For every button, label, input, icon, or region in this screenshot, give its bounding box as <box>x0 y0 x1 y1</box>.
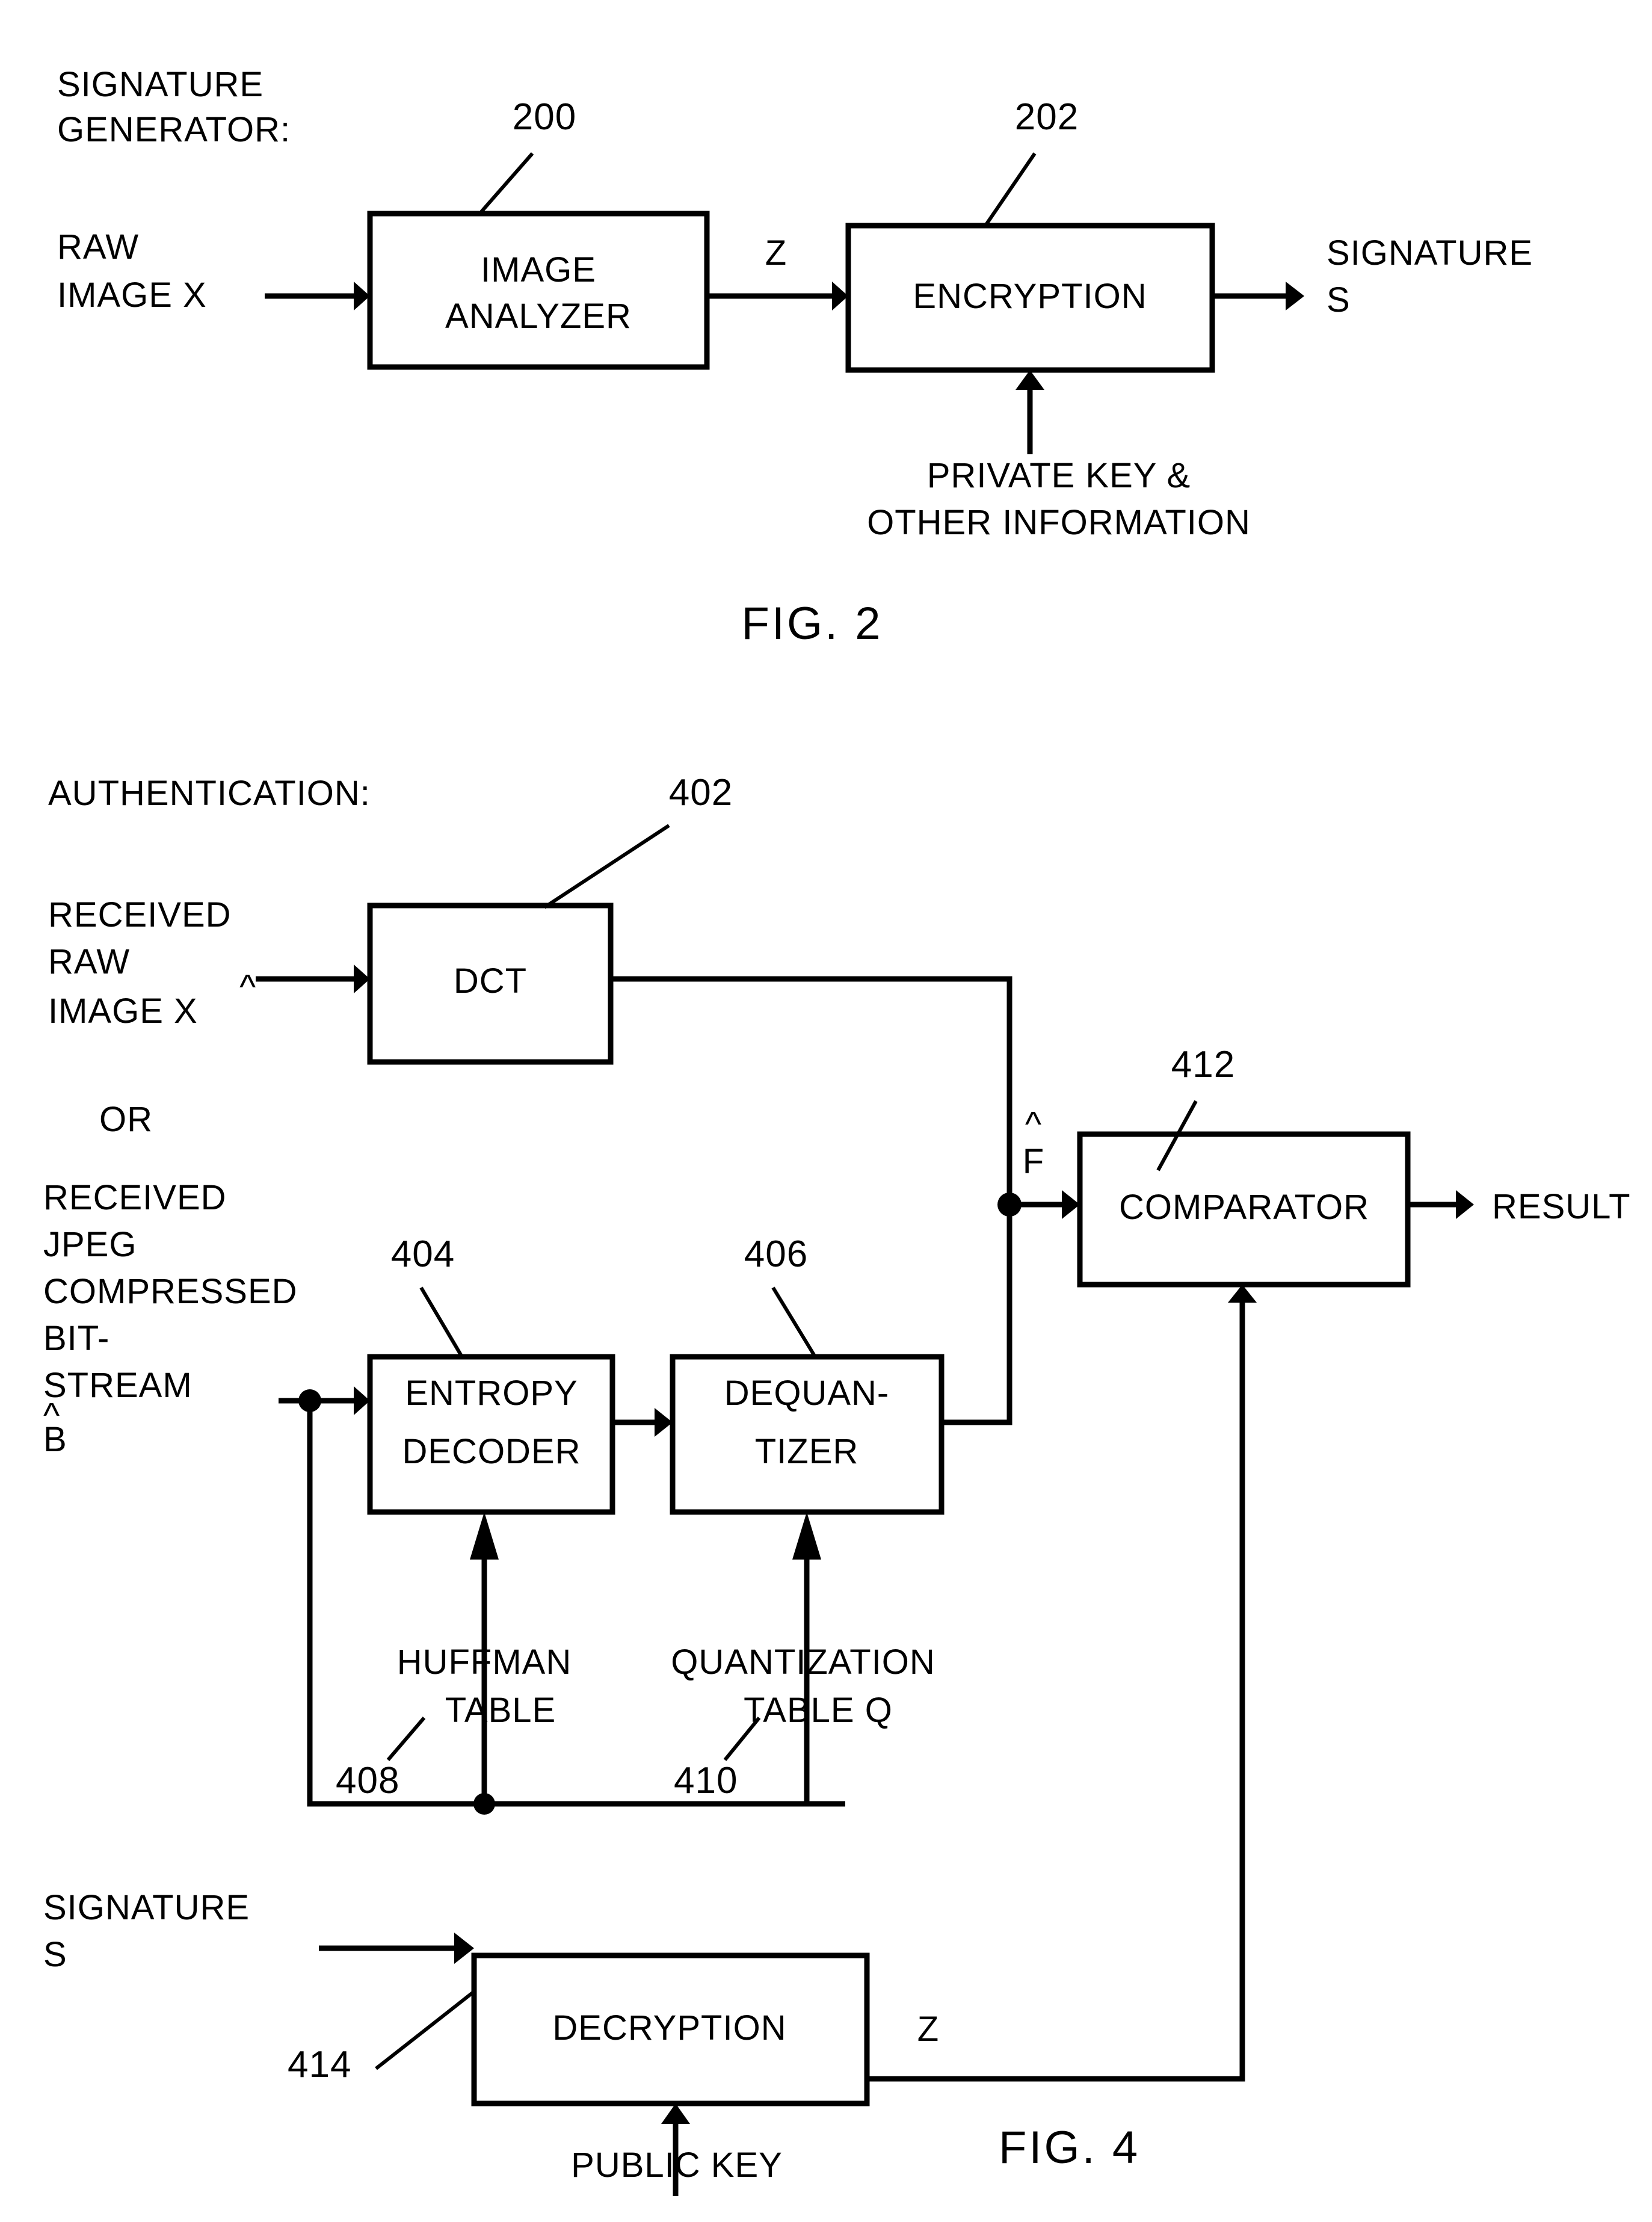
arrowhead-private-key <box>1016 370 1044 390</box>
block-entropy-decoder-line2: DECODER <box>402 1432 581 1471</box>
leader-line-410 <box>723 1717 761 1761</box>
fig4-quant-line2: TABLE Q <box>744 1691 893 1730</box>
fig4-signal-z-label: Z <box>917 2010 939 2049</box>
fig4-jpeg-input-line2: JPEG <box>43 1225 137 1264</box>
leader-line-402 <box>543 824 670 909</box>
fig4-or-label: OR <box>99 1100 153 1139</box>
fig4-ref-412: 412 <box>1171 1044 1235 1085</box>
arrowhead-signature-decryption <box>454 1933 474 1964</box>
block-entropy-decoder-line1: ENTROPY <box>405 1374 578 1413</box>
leader-line-404 <box>419 1286 464 1358</box>
fig2-signal-z-label: Z <box>765 233 787 273</box>
fig4-quant-line1: QUANTIZATION <box>671 1643 935 1682</box>
fig4-raw-input-line3: IMAGE X <box>48 992 198 1031</box>
fig4-ref-406: 406 <box>744 1233 808 1275</box>
fig4-caption: FIG. 4 <box>999 2122 1140 2173</box>
wire-z-decryption-to-comparator <box>867 1303 1245 2082</box>
leader-line-200 <box>479 152 534 213</box>
arrowhead-quant-dequantizer <box>792 1512 821 1560</box>
fig2-ref-202: 202 <box>1015 96 1079 138</box>
fig2-private-key-line2: OTHER INFORMATION <box>867 503 1251 542</box>
fig4-signature-line1: SIGNATURE <box>43 1888 250 1927</box>
leader-line-406 <box>771 1286 817 1358</box>
fig2-heading-line2: GENERATOR: <box>57 110 291 149</box>
fig2-input-label-line1: RAW <box>57 227 139 267</box>
fig4-jpeg-input-line5: STREAM <box>43 1366 193 1405</box>
fig4-heading: AUTHENTICATION: <box>48 774 371 813</box>
fig4-jpeg-input-line4: BIT- <box>43 1319 109 1358</box>
leader-line-414 <box>375 1990 475 2070</box>
fig2-ref-200: 200 <box>513 96 576 138</box>
fig2-output-label-line1: SIGNATURE <box>1327 233 1533 273</box>
block-decryption-line1: DECRYPTION <box>552 2008 786 2048</box>
fig4-ref-410: 410 <box>674 1760 738 1801</box>
fig2-private-key-line1: PRIVATE KEY & <box>927 456 1191 495</box>
fig2-output-label-line2: S <box>1327 280 1351 319</box>
fig4-jpeg-input-line3: COMPRESSED <box>43 1272 298 1311</box>
patent-drawing-sheet: SIGNATURE GENERATOR: 200 202 RAW IMAGE X… <box>0 0 1652 2222</box>
fhat-accent: ^ <box>1025 1105 1042 1144</box>
fig4-public-key-label: PUBLIC KEY <box>571 2146 783 2185</box>
arrowhead-encryption-output <box>1286 282 1304 310</box>
fhat-letter: F <box>1023 1142 1044 1181</box>
figure-2-signature-generator: SIGNATURE GENERATOR: 200 202 RAW IMAGE X… <box>43 65 1631 2196</box>
block-dequantizer-line1: DEQUAN- <box>724 1374 889 1413</box>
arrowhead-comparator-result <box>1456 1190 1474 1219</box>
arrowhead-huffman-entropy <box>470 1512 499 1560</box>
block-image-analyzer-line1: IMAGE <box>481 250 596 289</box>
wire-dequantizer-to-fhat-node <box>942 1205 1012 1425</box>
fig4-raw-input-line2: RAW <box>48 942 130 981</box>
leader-line-202 <box>985 152 1037 225</box>
fig4-ref-402: 402 <box>669 772 733 813</box>
fig2-input-label-line2: IMAGE X <box>57 276 207 315</box>
block-dequantizer-line2: TIZER <box>755 1432 859 1471</box>
fig4-ref-404: 404 <box>391 1233 455 1275</box>
wire-dct-to-fhat-node <box>611 976 1012 1205</box>
arrowhead-public-key-decryption <box>661 2103 690 2124</box>
fig4-jpeg-input-line1: RECEIVED <box>43 1178 227 1217</box>
fig4-signature-line2: S <box>43 1935 67 1974</box>
block-encryption-line1: ENCRYPTION <box>913 277 1147 316</box>
fig4-ref-414: 414 <box>288 2044 351 2085</box>
block-comparator-line1: COMPARATOR <box>1119 1188 1369 1227</box>
fig4-raw-input-hat: ^ <box>239 967 256 1007</box>
fig4-ref-408: 408 <box>336 1760 399 1801</box>
block-dct-line1: DCT <box>454 961 527 1001</box>
fig4-huffman-line1: HUFFMAN <box>397 1643 572 1682</box>
block-image-analyzer-line2: ANALYZER <box>445 297 632 336</box>
fig2-heading-line1: SIGNATURE <box>57 65 264 104</box>
fig4-raw-input-line1: RECEIVED <box>48 895 232 934</box>
fig4-jpeg-input-line6: B <box>43 1420 67 1459</box>
block-image-analyzer <box>367 211 710 370</box>
fig4-result-label: RESULT <box>1492 1187 1631 1226</box>
fig2-caption: FIG. 2 <box>741 598 883 649</box>
fig4-huffman-line2: TABLE <box>445 1691 556 1730</box>
junction-dot-huffman-bus <box>473 1793 495 1815</box>
leader-line-408 <box>386 1717 426 1761</box>
